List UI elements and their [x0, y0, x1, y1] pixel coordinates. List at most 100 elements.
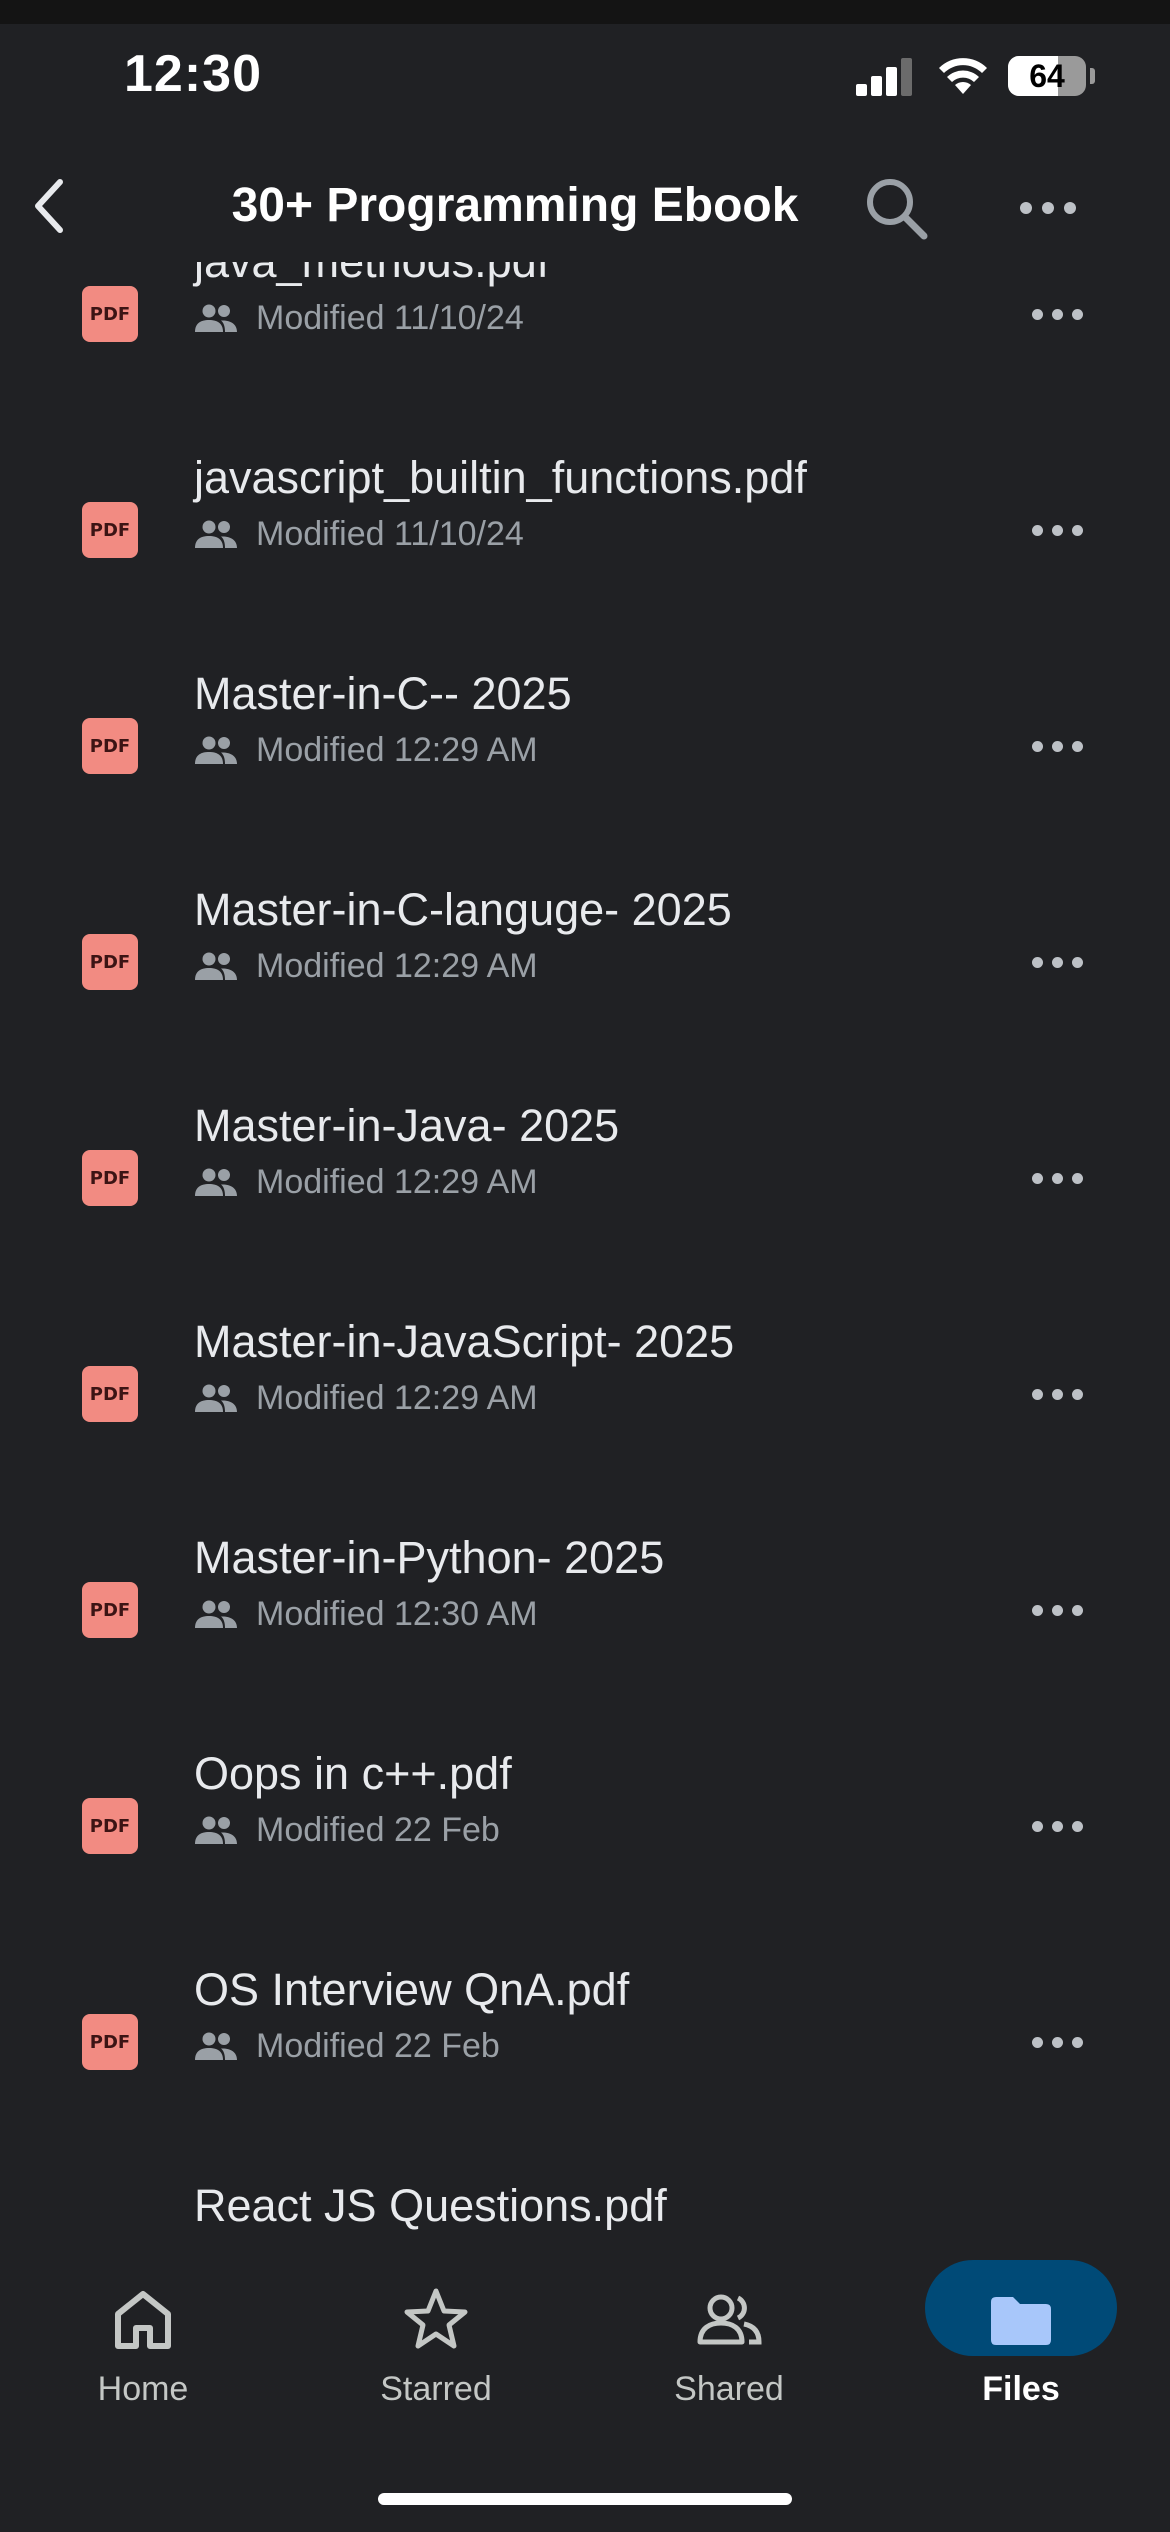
people-icon [195, 952, 237, 980]
file-row[interactable]: PDF javascript_builtin_functions.pdf Mod… [0, 428, 1170, 644]
file-more-button[interactable] [1032, 726, 1092, 766]
file-row[interactable]: PDF Master-in-C-- 2025 Modified 12:29 AM [0, 644, 1170, 860]
tab-starred-label: Starred [380, 2370, 492, 2408]
pdf-type-label: PDF [89, 303, 131, 325]
file-meta: Modified 12:29 AM [194, 1162, 538, 1202]
file-name: javascript_builtin_functions.pdf [194, 452, 807, 503]
pdf-type-label: PDF [89, 1599, 131, 1621]
file-meta: Modified 11/10/24 [194, 298, 524, 338]
file-more-button[interactable] [1032, 2022, 1092, 2062]
more-horizontal-icon [1032, 2036, 1043, 2048]
pdf-file-icon: PDF [82, 2014, 138, 2070]
more-dot [1052, 740, 1063, 752]
modified-date: Modified 12:30 AM [256, 1594, 538, 1633]
file-row[interactable]: PDF Master-in-Java- 2025 Modified 12:29 … [0, 1076, 1170, 1292]
pdf-type-label: PDF [89, 735, 131, 757]
file-more-button[interactable] [1032, 1806, 1092, 1846]
modified-date: Modified 11/10/24 [256, 514, 524, 553]
file-meta: Modified 12:30 AM [194, 1594, 538, 1634]
file-name: java_methods.pdf [194, 262, 549, 288]
more-horizontal-icon [1032, 1172, 1043, 1184]
more-options-button[interactable] [1020, 188, 1090, 228]
more-dot [1072, 524, 1083, 536]
pdf-file-icon: PDF [82, 718, 138, 774]
more-horizontal-icon [1032, 1820, 1043, 1832]
star-icon [404, 2288, 468, 2349]
more-dot [1072, 308, 1083, 320]
pdf-file-icon: PDF [82, 1366, 138, 1422]
file-name: Master-in-C-- 2025 [194, 668, 572, 719]
file-more-button[interactable] [1032, 510, 1092, 550]
file-row[interactable]: PDF Master-in-JavaScript- 2025 Modified … [0, 1292, 1170, 1508]
top-strip [0, 0, 1170, 24]
more-horizontal-icon [1032, 308, 1043, 320]
more-dot [1072, 1604, 1083, 1616]
tab-home-label: Home [97, 2370, 189, 2408]
page-title: 30+ Programming Ebook [231, 179, 799, 232]
battery-icon: 64 [1008, 56, 1086, 96]
chevron-left-icon [35, 179, 63, 233]
modified-date: Modified 11/10/24 [256, 298, 524, 337]
modified-date: Modified 12:29 AM [256, 730, 538, 769]
file-list-viewport[interactable]: PDF java_methods.pdf Modified 11/10/24 P… [0, 262, 1170, 2230]
file-row[interactable]: PDF Master-in-Python- 2025 Modified 12:3… [0, 1508, 1170, 1724]
more-dot [1072, 1172, 1083, 1184]
file-name: Master-in-C-languge- 2025 [194, 884, 732, 935]
tab-shared-label: Shared [674, 2370, 784, 2408]
modified-date: Modified 12:29 AM [256, 1378, 538, 1417]
file-meta: Modified 22 Feb [194, 2026, 500, 2066]
modified-date: Modified 22 Feb [256, 1810, 500, 1849]
file-more-button[interactable] [1032, 942, 1092, 982]
pdf-type-label: PDF [89, 2031, 131, 2053]
search-button[interactable] [862, 174, 932, 244]
file-more-button[interactable] [1032, 1590, 1092, 1630]
more-dot [1072, 956, 1083, 968]
more-dot [1052, 1820, 1063, 1832]
more-dot [1052, 1388, 1063, 1400]
more-dot [1072, 740, 1083, 752]
more-dot [1072, 1820, 1083, 1832]
people-icon [195, 1816, 237, 1844]
file-row[interactable]: PDF java_methods.pdf Modified 11/10/24 [0, 262, 1170, 428]
modified-date: Modified 12:29 AM [256, 1162, 538, 1201]
battery-percent: 64 [1029, 58, 1065, 94]
file-name: Master-in-JavaScript- 2025 [194, 1316, 735, 1367]
people-icon [195, 1384, 237, 1412]
more-horizontal-icon [1032, 740, 1043, 752]
file-meta: Modified 12:29 AM [194, 1378, 538, 1418]
file-row[interactable]: PDF React JS Questions.pdf [0, 2156, 1170, 2230]
tab-files[interactable]: Files [911, 2230, 1131, 2410]
pdf-type-label: PDF [89, 951, 131, 973]
file-more-button[interactable] [1032, 1374, 1092, 1414]
more-dot [1042, 202, 1054, 214]
more-horizontal-icon [1032, 524, 1043, 536]
more-dot [1052, 524, 1063, 536]
more-horizontal-icon [1032, 956, 1043, 968]
people-icon [195, 520, 237, 548]
pdf-file-icon: PDF [82, 934, 138, 990]
file-row[interactable]: PDF OS Interview QnA.pdf Modified 22 Feb [0, 1940, 1170, 2156]
file-row[interactable]: PDF Oops in c++.pdf Modified 22 Feb [0, 1724, 1170, 1940]
file-more-button[interactable] [1032, 294, 1092, 334]
folder-icon [991, 2297, 1051, 2345]
more-horizontal-icon [1032, 1388, 1043, 1400]
pdf-type-label: PDF [89, 1383, 131, 1405]
pdf-type-label: PDF [89, 1167, 131, 1189]
more-dot [1064, 202, 1076, 214]
file-more-button[interactable] [1032, 1158, 1092, 1198]
pdf-type-label: PDF [89, 1815, 131, 1837]
status-time: 12:30 [124, 45, 262, 103]
home-indicator[interactable] [378, 2493, 792, 2505]
more-dot [1072, 1388, 1083, 1400]
back-button[interactable] [20, 176, 80, 236]
more-dot [1052, 1172, 1063, 1184]
tab-home[interactable]: Home [33, 2230, 253, 2410]
tab-starred[interactable]: Starred [326, 2230, 546, 2410]
more-horizontal-icon [1032, 1604, 1043, 1616]
tab-shared[interactable]: Shared [619, 2230, 839, 2410]
modified-date: Modified 22 Feb [256, 2026, 500, 2065]
tab-files-label: Files [982, 2370, 1060, 2408]
wifi-icon [939, 58, 987, 94]
file-row[interactable]: PDF Master-in-C-languge- 2025 Modified 1… [0, 860, 1170, 1076]
cellular-signal-icon [856, 58, 916, 96]
